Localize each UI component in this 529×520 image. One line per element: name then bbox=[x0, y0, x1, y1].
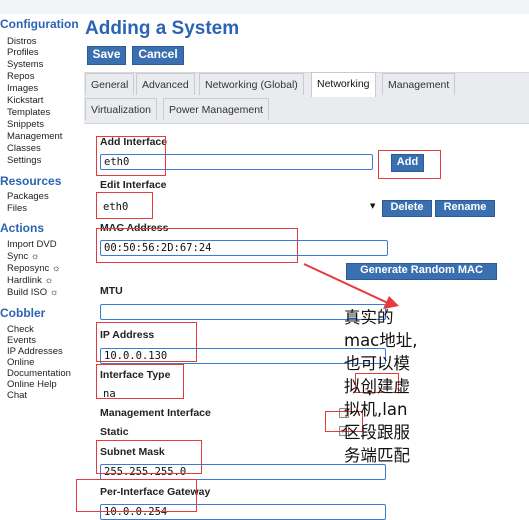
annotation-note-line: mac地址, bbox=[344, 331, 418, 350]
annotation-arrow bbox=[303, 263, 399, 309]
annotation-note-line: 真实的 bbox=[344, 308, 394, 327]
annotation-note: 真实的 mac地址, 也可以模 拟创建虚 拟机,lan 区段跟服 务端匹配 bbox=[344, 306, 444, 467]
annotation-note-line: 拟创建虚 bbox=[344, 377, 410, 396]
annotation-note-line: 务端匹配 bbox=[344, 446, 410, 465]
annotation-arrow-line bbox=[303, 263, 389, 304]
annotation-note-line: 拟机,lan bbox=[344, 400, 408, 419]
annotation-note-line: 区段跟服 bbox=[344, 423, 410, 442]
annotation-note-line: 也可以模 bbox=[344, 354, 410, 373]
